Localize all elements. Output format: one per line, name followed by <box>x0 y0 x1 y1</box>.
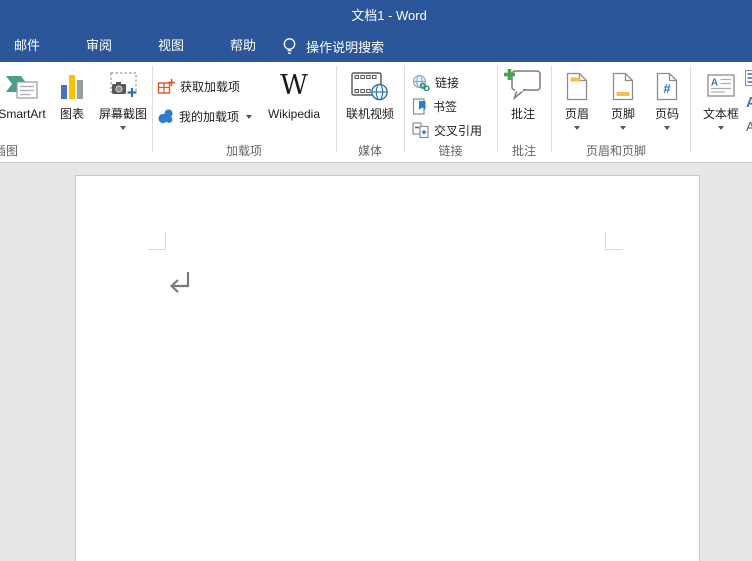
get-addins-button[interactable]: 获取加载项 <box>157 75 240 97</box>
smartart-icon <box>5 71 39 101</box>
group-label-media: 媒体 <box>336 142 404 159</box>
lightbulb-icon <box>282 37 297 56</box>
document-canvas <box>0 163 752 561</box>
group-separator <box>551 66 552 152</box>
comment-button[interactable]: 批注 <box>496 64 550 140</box>
dropdown-arrow-icon <box>120 126 126 130</box>
bookmark-icon <box>412 98 428 115</box>
ribbon-tab-bar: 邮件 审阅 视图 帮助 操作说明搜索 <box>0 30 752 62</box>
my-addins-label: 我的加载项 <box>179 108 239 125</box>
online-video-icon <box>351 70 389 102</box>
footer-icon <box>612 72 634 101</box>
tab-review[interactable]: 审阅 <box>73 30 125 62</box>
quick-parts-button[interactable] <box>745 70 752 86</box>
wikipedia-button[interactable]: W Wikipedia <box>256 64 332 140</box>
group-separator <box>336 66 337 152</box>
group-label-comments: 批注 <box>497 142 551 159</box>
ribbon: SmartArt 图表 <box>0 62 752 163</box>
page-number-icon: # <box>656 72 678 101</box>
dropdown-arrow-icon <box>718 126 724 130</box>
hash-glyph: # <box>663 81 671 96</box>
dropdown-arrow-icon <box>574 126 580 130</box>
smartart-label: SmartArt <box>0 107 46 121</box>
tab-view[interactable]: 视图 <box>145 30 197 62</box>
link-label: 链接 <box>435 74 459 91</box>
word-window: 文档1 - Word 邮件 审阅 视图 帮助 操作说明搜索 <box>0 0 752 561</box>
margin-cropmark-topright <box>605 232 623 250</box>
header-button[interactable]: 页眉 <box>553 64 601 140</box>
online-video-label: 联机视频 <box>346 107 394 121</box>
group-separator <box>690 66 691 152</box>
chart-button[interactable]: 图表 <box>50 64 94 140</box>
online-video-button[interactable]: 联机视频 <box>338 64 402 140</box>
comment-label: 批注 <box>511 107 535 121</box>
tab-help[interactable]: 帮助 <box>217 30 269 62</box>
group-label-header-footer: 页眉和页脚 <box>551 142 681 159</box>
group-label-addins: 加载项 <box>152 142 336 159</box>
tell-me-label: 操作说明搜索 <box>306 37 384 56</box>
get-addins-label: 获取加载项 <box>180 78 240 95</box>
group-separator <box>152 66 153 152</box>
page-number-button[interactable]: # 页码 <box>645 64 689 140</box>
cross-reference-icon <box>412 121 429 139</box>
chart-label: 图表 <box>60 107 84 121</box>
link-button[interactable]: 链接 <box>412 71 459 93</box>
textbox-label: 文本框 <box>703 107 739 121</box>
cross-reference-label: 交叉引用 <box>434 122 482 139</box>
bookmark-label: 书签 <box>433 98 457 115</box>
chart-icon <box>60 71 84 101</box>
cross-reference-button[interactable]: 交叉引用 <box>412 119 482 141</box>
paragraph-mark-icon <box>166 269 194 297</box>
store-icon <box>157 78 175 95</box>
link-icon <box>412 74 430 91</box>
document-page[interactable] <box>75 175 700 561</box>
margin-cropmark-topleft <box>148 232 166 250</box>
wikipedia-icon: W <box>280 71 308 101</box>
bookmark-button[interactable]: 书签 <box>412 95 457 117</box>
page-number-label: 页码 <box>655 107 679 121</box>
my-addins-icon <box>157 108 174 124</box>
dropdown-arrow-icon <box>664 126 670 130</box>
textbox-icon: A <box>707 74 735 98</box>
quick-parts-icon <box>745 70 752 86</box>
drop-cap-icon: A <box>746 119 752 134</box>
group-label-links: 链接 <box>404 142 497 159</box>
footer-label: 页脚 <box>611 107 635 121</box>
group-separator <box>404 66 405 152</box>
header-label: 页眉 <box>565 107 589 121</box>
textbox-button[interactable]: A 文本框 <box>697 64 745 140</box>
tell-me-search[interactable]: 操作说明搜索 <box>282 37 384 56</box>
screenshot-icon <box>108 71 138 101</box>
textbox-a-glyph: A <box>711 78 718 89</box>
dropdown-arrow-icon <box>246 115 252 119</box>
my-addins-button[interactable]: 我的加载项 <box>157 105 252 127</box>
wordart-button[interactable]: A <box>746 94 752 111</box>
group-label-illustrations: 插图 <box>0 142 26 159</box>
dropdown-arrow-icon <box>620 126 626 130</box>
footer-button[interactable]: 页脚 <box>601 64 645 140</box>
comment-icon <box>504 69 542 103</box>
screenshot-label: 屏幕截图 <box>99 107 147 121</box>
drop-cap-button[interactable]: A <box>746 119 752 134</box>
wordart-icon: A <box>746 94 752 111</box>
screenshot-button[interactable]: 屏幕截图 <box>94 64 152 140</box>
tab-mailings[interactable]: 邮件 <box>1 30 53 62</box>
header-icon <box>566 72 588 101</box>
title-bar: 文档1 - Word <box>0 0 752 30</box>
wikipedia-label: Wikipedia <box>268 107 320 121</box>
window-title: 文档1 - Word <box>0 0 752 30</box>
